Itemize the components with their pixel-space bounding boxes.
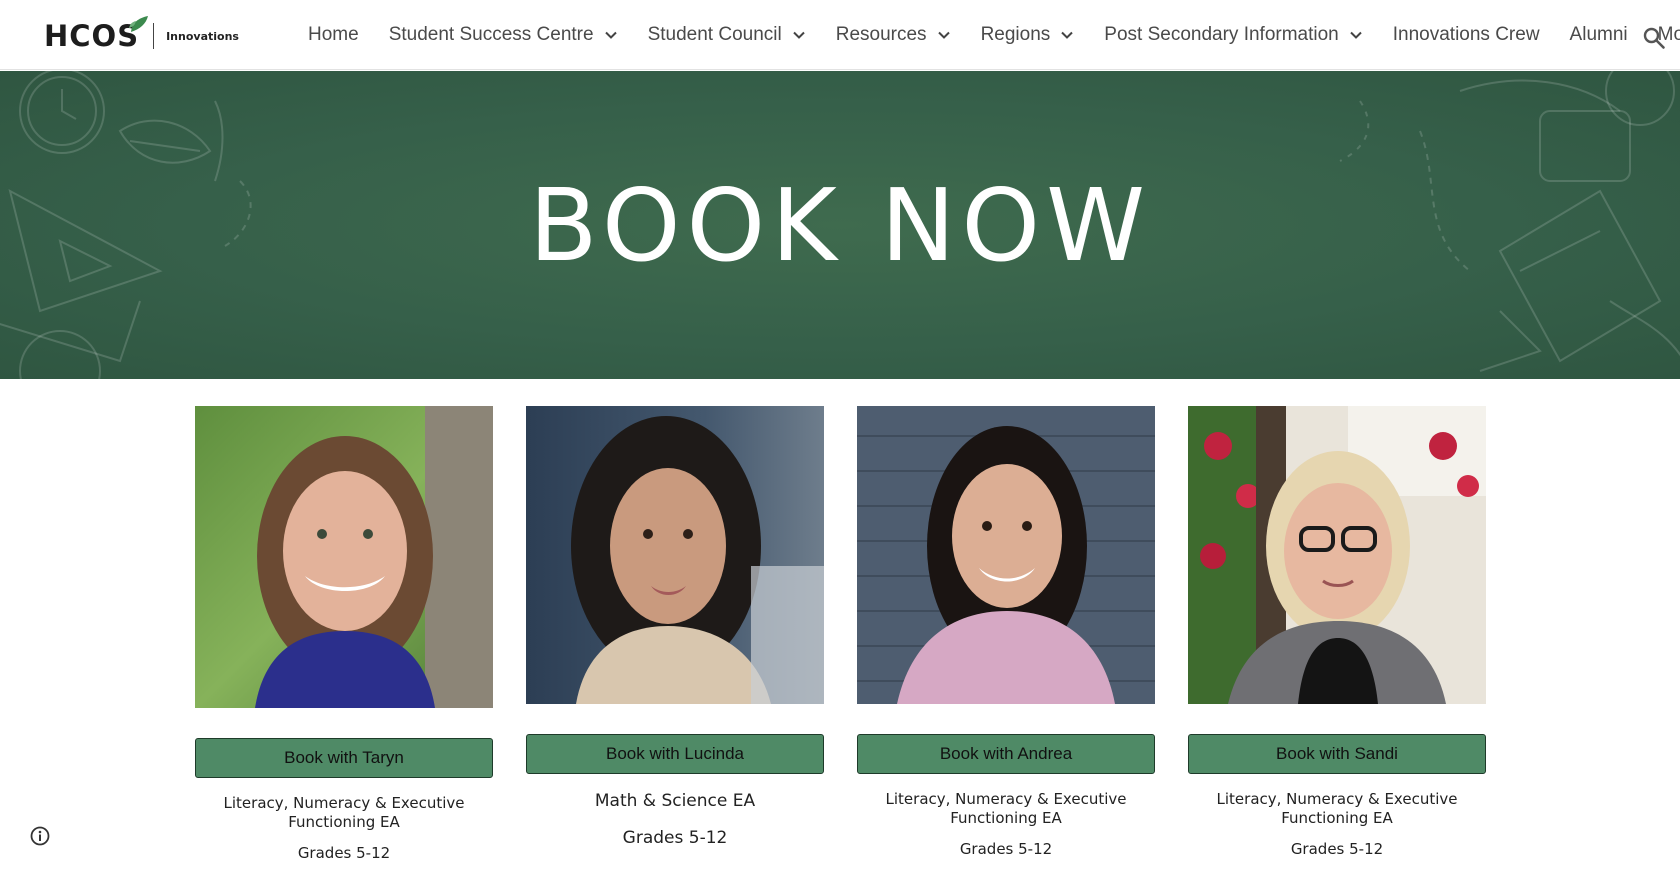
- nav-item-post-secondary-information[interactable]: Post Secondary Information: [1104, 24, 1362, 46]
- nav-item-student-council[interactable]: Student Council: [648, 24, 806, 46]
- site-logo[interactable]: HCOS Innovations: [44, 16, 239, 54]
- nav-item-resources[interactable]: Resources: [836, 24, 951, 46]
- staff-card-andrea: Book with Andrea Literacy, Numeracy & Ex…: [857, 406, 1155, 858]
- book-with-sandi-button[interactable]: Book with Sandi: [1188, 734, 1486, 774]
- book-with-andrea-button[interactable]: Book with Andrea: [857, 734, 1155, 774]
- staff-role: Math & Science EA: [594, 791, 756, 811]
- logo-text: HCOS: [44, 19, 140, 53]
- staff-grades: Grades 5-12: [297, 844, 391, 862]
- chevron-down-icon: [937, 31, 950, 39]
- staff-card-taryn: Book with Taryn Literacy, Numeracy & Exe…: [195, 406, 493, 862]
- staff-role: Literacy, Numeracy & Executive Functioni…: [223, 794, 465, 831]
- nav-label: Resources: [835, 24, 927, 45]
- book-with-lucinda-button[interactable]: Book with Lucinda: [526, 734, 824, 774]
- staff-photo-taryn: [195, 406, 493, 708]
- staff-photo-lucinda: [526, 406, 824, 704]
- nav-item-home[interactable]: Home: [308, 24, 359, 46]
- chevron-down-icon: [793, 31, 805, 39]
- staff-photo-andrea: [857, 406, 1155, 704]
- staff-photo-sandi: [1188, 406, 1486, 704]
- search-icon[interactable]: [1642, 26, 1666, 50]
- staff-card-sandi: Book with Sandi Literacy, Numeracy & Exe…: [1188, 406, 1486, 858]
- nav-item-regions[interactable]: Regions: [981, 24, 1075, 46]
- book-with-taryn-button[interactable]: Book with Taryn: [195, 738, 493, 778]
- main-nav: Home Student Success Centre Student Coun…: [308, 0, 1680, 70]
- chevron-down-icon: [1061, 31, 1073, 39]
- nav-label: Regions: [980, 24, 1051, 45]
- logo-subtitle: Innovations: [166, 29, 239, 43]
- nav-label: Alumni: [1569, 24, 1628, 45]
- nav-item-innovations-crew[interactable]: Innovations Crew: [1393, 24, 1540, 46]
- chevron-down-icon: [1350, 31, 1362, 39]
- staff-grades: Grades 5-12: [622, 828, 728, 848]
- staff-grades: Grades 5-12: [1290, 840, 1384, 858]
- staff-role: Literacy, Numeracy & Executive Functioni…: [885, 790, 1127, 827]
- nav-label: Student Council: [647, 24, 782, 45]
- nav-label: Innovations Crew: [1392, 24, 1540, 45]
- nav-label: Home: [308, 24, 359, 45]
- page-title: BOOK NOW: [528, 166, 1152, 284]
- chevron-down-icon: [604, 31, 617, 39]
- staff-role: Literacy, Numeracy & Executive Functioni…: [1216, 790, 1458, 827]
- hero-banner: BOOK NOW: [0, 71, 1680, 379]
- nav-item-alumni[interactable]: Alumni: [1570, 24, 1628, 46]
- staff-grades: Grades 5-12: [959, 840, 1053, 858]
- site-header: HCOS Innovations Home Student Success Ce…: [0, 0, 1680, 70]
- leaf-icon: [129, 16, 148, 32]
- nav-item-student-success-centre[interactable]: Student Success Centre: [389, 24, 618, 46]
- nav-label: Post Secondary Information: [1104, 24, 1339, 45]
- info-icon[interactable]: [30, 826, 50, 846]
- nav-label: Student Success Centre: [388, 24, 594, 45]
- staff-card-lucinda: Book with Lucinda Math & Science EA Grad…: [526, 406, 824, 848]
- logo-divider: [153, 23, 155, 49]
